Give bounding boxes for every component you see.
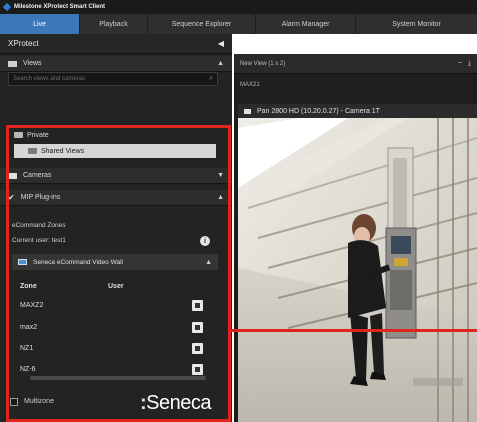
minus-icon[interactable]: − [458,60,462,67]
tab-system-monitor[interactable]: System Monitor [356,14,477,34]
view-dropdown[interactable]: New View (1 x 2) [240,61,452,67]
camera-icon [244,108,251,114]
search-icon[interactable]: ⌕ [209,75,213,83]
tab-alarm-manager[interactable]: Alarm Manager [256,14,356,34]
camera-feed[interactable] [238,118,477,422]
setup-icon[interactable]: ⤓ [468,60,471,68]
search-input[interactable]: Search views and cameras ⌕ [8,72,218,86]
tab-sequence-explorer[interactable]: Sequence Explorer [148,14,256,34]
camera-header: Pan 2800 HD (10.20.0.27) - Camera 1T [238,104,477,118]
views-label: Views [23,60,42,67]
collapse-panel-icon[interactable]: ◀ [218,39,224,48]
app-title: Milestone XProtect Smart Client [14,4,106,10]
camera-scene [238,118,477,422]
title-bar: Milestone XProtect Smart Client [0,0,477,14]
search-placeholder: Search views and cameras [13,76,86,82]
views-icon [8,60,17,67]
views-section[interactable]: Views ▲ [0,56,232,72]
view-name: MAX21 [240,82,260,88]
highlight-connector [228,329,477,332]
tab-playback[interactable]: Playback [80,14,148,34]
camera-label: Pan 2800 HD (10.20.0.27) - Camera 1T [257,107,380,115]
app-logo-icon [2,2,12,12]
panel-title: XProtect [8,39,39,48]
tab-live[interactable]: Live [0,14,80,34]
view-toolbar: New View (1 x 2) − ⤓ [234,54,477,74]
main-tabs: Live Playback Sequence Explorer Alarm Ma… [0,14,477,34]
chevron-up-icon[interactable]: ▲ [217,60,224,67]
highlight-frame [6,125,231,422]
panel-header: XProtect ◀ [0,34,232,54]
